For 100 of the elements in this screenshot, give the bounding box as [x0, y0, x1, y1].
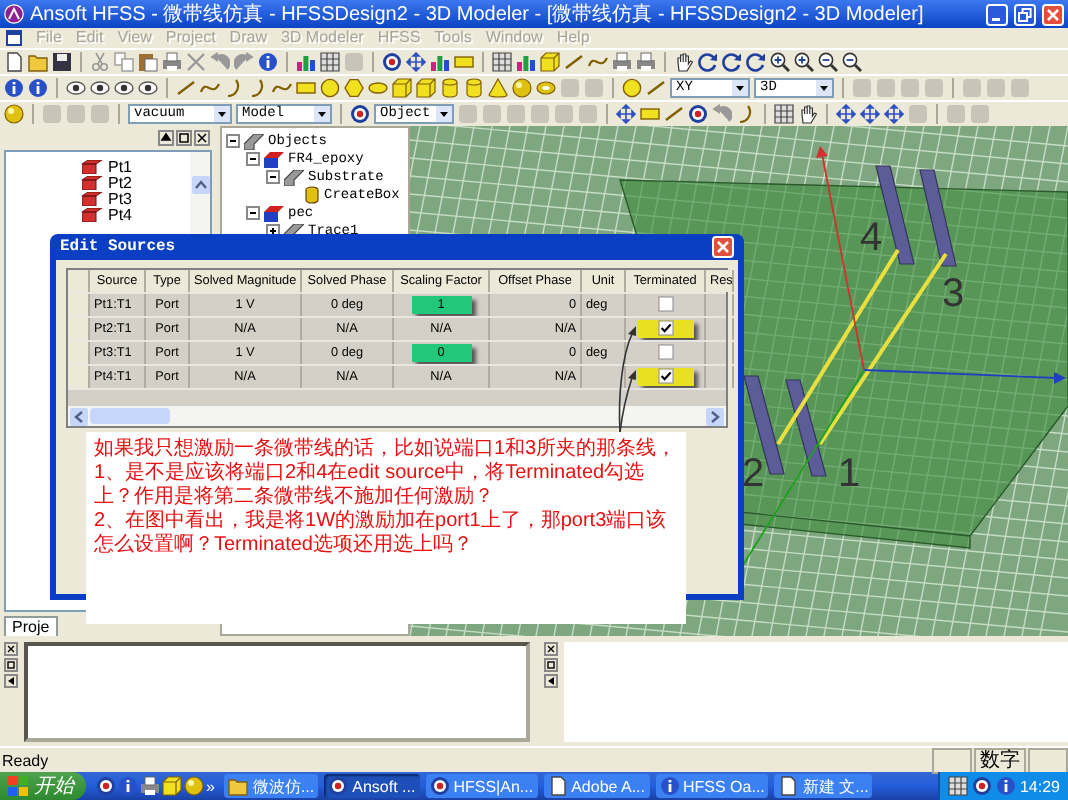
box-icon[interactable]: [392, 78, 412, 98]
ellipse-icon[interactable]: [368, 78, 388, 98]
line-icon[interactable]: [176, 78, 196, 98]
arc-icon[interactable]: [736, 104, 756, 124]
info-icon[interactable]: [659, 776, 679, 796]
sphere-icon[interactable]: [184, 776, 204, 796]
cone-icon[interactable]: [488, 78, 508, 98]
circle-icon[interactable]: [320, 78, 340, 98]
collapse-toggle[interactable]: [266, 170, 280, 184]
target-icon[interactable]: [971, 776, 992, 796]
bar-chart-icon[interactable]: [516, 52, 536, 72]
rectangle-icon[interactable]: [640, 104, 660, 124]
close-button[interactable]: [1042, 3, 1064, 25]
list-item[interactable]: Pt4: [108, 205, 133, 223]
list-item[interactable]: Pt1: [108, 157, 133, 175]
new-document-icon[interactable]: [4, 52, 24, 72]
eye-icon[interactable]: [114, 78, 134, 98]
show-more-button[interactable]: »: [206, 777, 215, 795]
cross-arrows-icon[interactable]: [836, 104, 856, 124]
taskbar-button[interactable]: HFSS Oa...: [655, 774, 769, 798]
taskbar-button[interactable]: 微波仿...: [224, 774, 319, 798]
box-icon[interactable]: [162, 776, 182, 796]
info-icon[interactable]: [995, 776, 1016, 796]
zoom-in-icon[interactable]: [794, 52, 814, 72]
rectangle-icon[interactable]: [454, 52, 474, 72]
close-icon[interactable]: [4, 642, 18, 656]
start-button[interactable]: 开始: [0, 772, 86, 800]
collapse-toggle[interactable]: [246, 152, 260, 166]
paste-icon[interactable]: [138, 52, 158, 72]
circle-icon[interactable]: [622, 78, 642, 98]
target-icon[interactable]: [350, 104, 370, 124]
zoom-in-icon[interactable]: [770, 52, 790, 72]
maximize-icon[interactable]: [4, 658, 18, 672]
grid-icon[interactable]: [947, 776, 968, 796]
line-icon[interactable]: [564, 52, 584, 72]
collapse-toggle[interactable]: [246, 206, 260, 220]
scroll-left-icon[interactable]: [70, 407, 88, 425]
target-icon[interactable]: [328, 776, 349, 796]
rectangle-icon[interactable]: [296, 78, 316, 98]
eye-icon[interactable]: [90, 78, 110, 98]
cross-arrows-icon[interactable]: [406, 52, 426, 72]
new-document-icon[interactable]: [778, 776, 799, 796]
list-item[interactable]: Pt2: [108, 173, 133, 191]
taskbar-button[interactable]: 新建 文...: [774, 774, 873, 798]
line-icon[interactable]: [664, 104, 684, 124]
zoom-out-icon[interactable]: [842, 52, 862, 72]
panel-tab[interactable]: Proje: [4, 616, 58, 636]
zoom-out-icon[interactable]: [818, 52, 838, 72]
info-icon[interactable]: [118, 776, 138, 796]
spline-icon[interactable]: [272, 78, 292, 98]
folder-icon[interactable]: [228, 776, 249, 796]
scroll-right-icon[interactable]: [706, 407, 724, 425]
info-icon[interactable]: [4, 78, 24, 98]
grid-icon[interactable]: [320, 52, 340, 72]
sphere-icon[interactable]: [4, 104, 24, 124]
target-icon[interactable]: [96, 776, 116, 796]
cross-arrows-icon[interactable]: [616, 104, 636, 124]
eye-icon[interactable]: [138, 78, 158, 98]
checkbox[interactable]: [657, 296, 673, 313]
checkbox[interactable]: [657, 368, 673, 385]
hand-icon[interactable]: [798, 104, 818, 124]
polygon-icon[interactable]: [344, 78, 364, 98]
info-icon[interactable]: [28, 78, 48, 98]
new-document-icon[interactable]: [547, 776, 568, 796]
scroll-thumb[interactable]: [90, 408, 170, 424]
line-icon[interactable]: [646, 78, 666, 98]
close-button[interactable]: [712, 236, 734, 258]
checkbox[interactable]: [657, 344, 673, 361]
taskbar-button[interactable]: HFSS|An...: [425, 774, 538, 798]
close-icon[interactable]: [543, 642, 557, 656]
bar-chart-icon[interactable]: [430, 52, 450, 72]
printer-icon[interactable]: [636, 52, 656, 72]
close-icon[interactable]: [194, 130, 210, 146]
list-item[interactable]: Pt3: [108, 189, 133, 207]
cross-arrows-icon[interactable]: [860, 104, 880, 124]
box-icon[interactable]: [416, 78, 436, 98]
spline-icon[interactable]: [588, 52, 608, 72]
sphere-icon[interactable]: [512, 78, 532, 98]
printer-icon[interactable]: [140, 776, 160, 796]
torus-icon[interactable]: [536, 78, 556, 98]
restore-button[interactable]: [1014, 3, 1036, 25]
spline-icon[interactable]: [200, 78, 220, 98]
taskbar-button[interactable]: Adobe A...: [543, 774, 649, 798]
target-icon[interactable]: [382, 52, 402, 72]
grid-icon[interactable]: [774, 104, 794, 124]
left-arrow-icon[interactable]: [543, 674, 557, 688]
grid-icon[interactable]: [492, 52, 512, 72]
box-icon[interactable]: [540, 52, 560, 72]
info-icon[interactable]: [258, 52, 278, 72]
target-icon[interactable]: [688, 104, 708, 124]
taskbar-button[interactable]: Ansoft ...: [324, 774, 420, 798]
hand-icon[interactable]: [674, 52, 694, 72]
cross-arrows-icon[interactable]: [884, 104, 904, 124]
collapse-toggle[interactable]: [226, 134, 240, 148]
left-arrow-icon[interactable]: [4, 674, 18, 688]
scroll-up-icon[interactable]: [191, 176, 209, 194]
minimize-button[interactable]: [986, 3, 1008, 25]
bar-chart-icon[interactable]: [296, 52, 316, 72]
printer-icon[interactable]: [162, 52, 182, 72]
scrollbar[interactable]: [68, 406, 726, 426]
